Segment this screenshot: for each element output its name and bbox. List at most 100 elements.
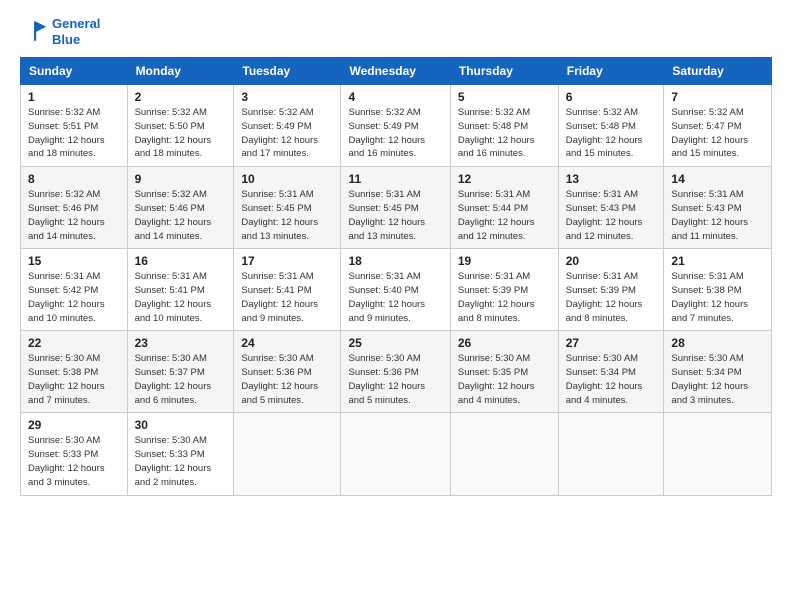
day-number: 27 [566, 336, 657, 350]
weekday-row: SundayMondayTuesdayWednesdayThursdayFrid… [21, 58, 772, 85]
table-row: 7 Sunrise: 5:32 AM Sunset: 5:47 PM Dayli… [664, 85, 772, 167]
day-info: Sunrise: 5:31 AM Sunset: 5:43 PM Dayligh… [671, 188, 764, 243]
logo-icon [20, 18, 48, 46]
calendar-row-2: 8 Sunrise: 5:32 AM Sunset: 5:46 PM Dayli… [21, 167, 772, 249]
table-row: 13 Sunrise: 5:31 AM Sunset: 5:43 PM Dayl… [558, 167, 664, 249]
day-info: Sunrise: 5:31 AM Sunset: 5:38 PM Dayligh… [671, 270, 764, 325]
weekday-monday: Monday [127, 58, 234, 85]
table-row: 30 Sunrise: 5:30 AM Sunset: 5:33 PM Dayl… [127, 413, 234, 495]
day-info: Sunrise: 5:31 AM Sunset: 5:39 PM Dayligh… [566, 270, 657, 325]
weekday-thursday: Thursday [450, 58, 558, 85]
table-row: 10 Sunrise: 5:31 AM Sunset: 5:45 PM Dayl… [234, 167, 341, 249]
weekday-saturday: Saturday [664, 58, 772, 85]
table-row [450, 413, 558, 495]
day-number: 21 [671, 254, 764, 268]
table-row [558, 413, 664, 495]
day-info: Sunrise: 5:31 AM Sunset: 5:39 PM Dayligh… [458, 270, 551, 325]
day-info: Sunrise: 5:31 AM Sunset: 5:41 PM Dayligh… [135, 270, 227, 325]
table-row [341, 413, 450, 495]
day-number: 25 [348, 336, 442, 350]
page: General Blue SundayMondayTuesdayWednesda… [0, 0, 792, 612]
table-row: 4 Sunrise: 5:32 AM Sunset: 5:49 PM Dayli… [341, 85, 450, 167]
day-number: 4 [348, 90, 442, 104]
table-row: 18 Sunrise: 5:31 AM Sunset: 5:40 PM Dayl… [341, 249, 450, 331]
day-info: Sunrise: 5:30 AM Sunset: 5:33 PM Dayligh… [135, 434, 227, 489]
calendar-row-1: 1 Sunrise: 5:32 AM Sunset: 5:51 PM Dayli… [21, 85, 772, 167]
calendar-row-3: 15 Sunrise: 5:31 AM Sunset: 5:42 PM Dayl… [21, 249, 772, 331]
day-number: 29 [28, 418, 120, 432]
day-number: 15 [28, 254, 120, 268]
day-info: Sunrise: 5:32 AM Sunset: 5:49 PM Dayligh… [348, 106, 442, 161]
table-row: 22 Sunrise: 5:30 AM Sunset: 5:38 PM Dayl… [21, 331, 128, 413]
day-info: Sunrise: 5:31 AM Sunset: 5:42 PM Dayligh… [28, 270, 120, 325]
day-number: 9 [135, 172, 227, 186]
day-number: 22 [28, 336, 120, 350]
day-number: 17 [241, 254, 333, 268]
day-info: Sunrise: 5:31 AM Sunset: 5:40 PM Dayligh… [348, 270, 442, 325]
day-info: Sunrise: 5:32 AM Sunset: 5:46 PM Dayligh… [135, 188, 227, 243]
table-row: 6 Sunrise: 5:32 AM Sunset: 5:48 PM Dayli… [558, 85, 664, 167]
table-row: 2 Sunrise: 5:32 AM Sunset: 5:50 PM Dayli… [127, 85, 234, 167]
day-info: Sunrise: 5:30 AM Sunset: 5:35 PM Dayligh… [458, 352, 551, 407]
day-number: 14 [671, 172, 764, 186]
day-number: 30 [135, 418, 227, 432]
table-row: 26 Sunrise: 5:30 AM Sunset: 5:35 PM Dayl… [450, 331, 558, 413]
day-number: 5 [458, 90, 551, 104]
day-number: 10 [241, 172, 333, 186]
day-info: Sunrise: 5:32 AM Sunset: 5:49 PM Dayligh… [241, 106, 333, 161]
table-row: 15 Sunrise: 5:31 AM Sunset: 5:42 PM Dayl… [21, 249, 128, 331]
day-number: 16 [135, 254, 227, 268]
day-info: Sunrise: 5:32 AM Sunset: 5:47 PM Dayligh… [671, 106, 764, 161]
day-number: 13 [566, 172, 657, 186]
table-row: 25 Sunrise: 5:30 AM Sunset: 5:36 PM Dayl… [341, 331, 450, 413]
calendar-row-4: 22 Sunrise: 5:30 AM Sunset: 5:38 PM Dayl… [21, 331, 772, 413]
day-info: Sunrise: 5:30 AM Sunset: 5:34 PM Dayligh… [671, 352, 764, 407]
day-info: Sunrise: 5:32 AM Sunset: 5:48 PM Dayligh… [458, 106, 551, 161]
day-info: Sunrise: 5:30 AM Sunset: 5:36 PM Dayligh… [241, 352, 333, 407]
table-row: 16 Sunrise: 5:31 AM Sunset: 5:41 PM Dayl… [127, 249, 234, 331]
weekday-wednesday: Wednesday [341, 58, 450, 85]
table-row: 9 Sunrise: 5:32 AM Sunset: 5:46 PM Dayli… [127, 167, 234, 249]
day-number: 26 [458, 336, 551, 350]
table-row: 5 Sunrise: 5:32 AM Sunset: 5:48 PM Dayli… [450, 85, 558, 167]
day-info: Sunrise: 5:30 AM Sunset: 5:37 PM Dayligh… [135, 352, 227, 407]
calendar-row-5: 29 Sunrise: 5:30 AM Sunset: 5:33 PM Dayl… [21, 413, 772, 495]
day-info: Sunrise: 5:32 AM Sunset: 5:46 PM Dayligh… [28, 188, 120, 243]
day-info: Sunrise: 5:32 AM Sunset: 5:48 PM Dayligh… [566, 106, 657, 161]
table-row: 12 Sunrise: 5:31 AM Sunset: 5:44 PM Dayl… [450, 167, 558, 249]
logo-text: General Blue [52, 16, 100, 47]
table-row: 8 Sunrise: 5:32 AM Sunset: 5:46 PM Dayli… [21, 167, 128, 249]
table-row [664, 413, 772, 495]
table-row: 17 Sunrise: 5:31 AM Sunset: 5:41 PM Dayl… [234, 249, 341, 331]
day-info: Sunrise: 5:31 AM Sunset: 5:41 PM Dayligh… [241, 270, 333, 325]
day-info: Sunrise: 5:31 AM Sunset: 5:45 PM Dayligh… [241, 188, 333, 243]
calendar-header: SundayMondayTuesdayWednesdayThursdayFrid… [21, 58, 772, 85]
day-info: Sunrise: 5:30 AM Sunset: 5:33 PM Dayligh… [28, 434, 120, 489]
day-number: 11 [348, 172, 442, 186]
header: General Blue [20, 16, 772, 47]
day-number: 18 [348, 254, 442, 268]
weekday-friday: Friday [558, 58, 664, 85]
table-row: 11 Sunrise: 5:31 AM Sunset: 5:45 PM Dayl… [341, 167, 450, 249]
day-info: Sunrise: 5:32 AM Sunset: 5:50 PM Dayligh… [135, 106, 227, 161]
table-row: 27 Sunrise: 5:30 AM Sunset: 5:34 PM Dayl… [558, 331, 664, 413]
table-row: 3 Sunrise: 5:32 AM Sunset: 5:49 PM Dayli… [234, 85, 341, 167]
day-number: 12 [458, 172, 551, 186]
calendar-body: 1 Sunrise: 5:32 AM Sunset: 5:51 PM Dayli… [21, 85, 772, 495]
table-row [234, 413, 341, 495]
day-number: 2 [135, 90, 227, 104]
day-info: Sunrise: 5:32 AM Sunset: 5:51 PM Dayligh… [28, 106, 120, 161]
day-info: Sunrise: 5:31 AM Sunset: 5:44 PM Dayligh… [458, 188, 551, 243]
table-row: 20 Sunrise: 5:31 AM Sunset: 5:39 PM Dayl… [558, 249, 664, 331]
table-row: 29 Sunrise: 5:30 AM Sunset: 5:33 PM Dayl… [21, 413, 128, 495]
table-row: 24 Sunrise: 5:30 AM Sunset: 5:36 PM Dayl… [234, 331, 341, 413]
day-info: Sunrise: 5:31 AM Sunset: 5:45 PM Dayligh… [348, 188, 442, 243]
day-number: 28 [671, 336, 764, 350]
day-info: Sunrise: 5:30 AM Sunset: 5:34 PM Dayligh… [566, 352, 657, 407]
day-info: Sunrise: 5:31 AM Sunset: 5:43 PM Dayligh… [566, 188, 657, 243]
table-row: 23 Sunrise: 5:30 AM Sunset: 5:37 PM Dayl… [127, 331, 234, 413]
day-number: 20 [566, 254, 657, 268]
day-number: 1 [28, 90, 120, 104]
day-number: 24 [241, 336, 333, 350]
table-row: 28 Sunrise: 5:30 AM Sunset: 5:34 PM Dayl… [664, 331, 772, 413]
